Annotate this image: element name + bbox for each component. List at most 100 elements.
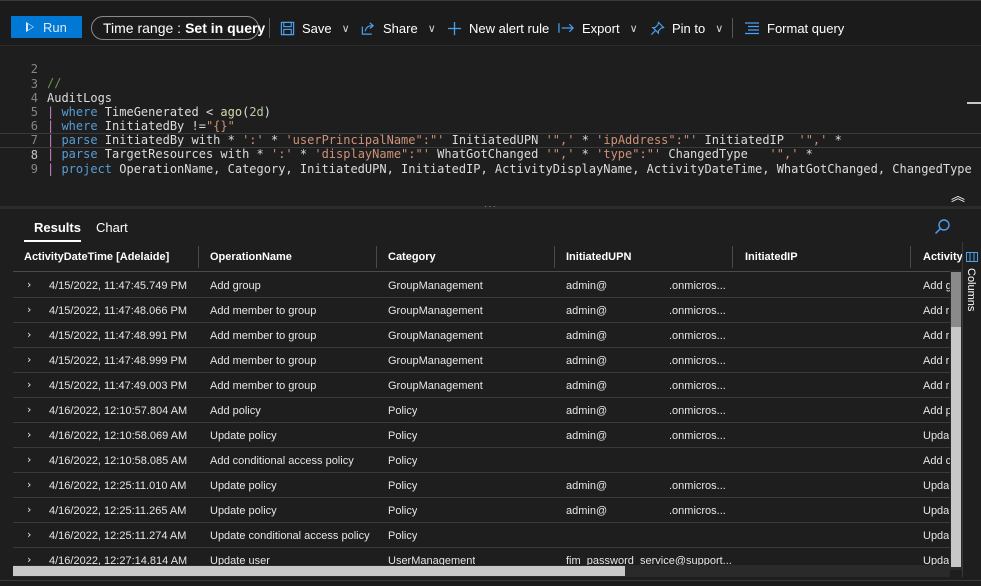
run-button[interactable]: Run <box>11 16 82 38</box>
export-arrow-icon <box>558 23 574 33</box>
table-row[interactable]: › 4/15/2022, 11:47:45.749 PM Add group G… <box>13 273 962 298</box>
time-range-button[interactable]: Time range : Set in query <box>91 16 265 40</box>
cell-operation: Add member to group <box>210 380 317 392</box>
time-range-prefix: Time range : <box>103 20 182 36</box>
column-divider[interactable] <box>910 246 911 268</box>
run-label: Run <box>43 19 67 35</box>
chevron-down-icon: ∨ <box>341 22 350 35</box>
columns-panel-toggle[interactable]: Columns <box>962 242 981 577</box>
share-button[interactable]: Share ∨ <box>360 16 436 40</box>
column-divider[interactable] <box>554 246 555 268</box>
pin-label: Pin to <box>672 20 706 36</box>
toolbar-divider <box>269 18 270 38</box>
cell-upn: admin@ <box>566 480 608 492</box>
results-grid: ActivityDateTime [Adelaide] OperationNam… <box>13 242 962 572</box>
double-chevron-up-icon[interactable]: ︽ <box>951 186 965 206</box>
cell-datetime: 4/15/2022, 11:47:49.003 PM <box>49 380 188 392</box>
new-alert-rule-button[interactable]: New alert rule <box>447 16 549 40</box>
export-label: Export <box>582 20 620 36</box>
chevron-right-icon[interactable]: › <box>27 503 31 516</box>
cell-category: GroupManagement <box>388 305 483 317</box>
cell-upn: admin@ <box>566 280 608 292</box>
chevron-right-icon[interactable]: › <box>27 428 31 441</box>
save-button[interactable]: Save ∨ <box>280 16 350 40</box>
chevron-right-icon[interactable]: › <box>27 528 31 541</box>
table-row[interactable]: › 4/16/2022, 12:10:58.085 AM Add conditi… <box>13 448 962 473</box>
table-row[interactable]: › 4/15/2022, 11:47:48.999 PM Add member … <box>13 348 962 373</box>
tab-results[interactable]: Results <box>34 220 81 235</box>
cell-category: Policy <box>388 530 418 542</box>
chevron-right-icon[interactable]: › <box>27 328 31 341</box>
cell-category: Policy <box>388 455 418 467</box>
cell-category: GroupManagement <box>388 280 483 292</box>
cell-upn-domain: .onmicros... <box>669 330 726 342</box>
format-lines-icon <box>745 22 759 35</box>
cell-category: GroupManagement <box>388 355 483 367</box>
cell-upn: admin@ <box>566 305 608 317</box>
column-divider[interactable] <box>198 246 199 268</box>
export-button[interactable]: Export ∨ <box>558 16 638 40</box>
column-header-initiatedip[interactable]: InitiatedIP <box>745 251 798 263</box>
horizontal-scroll-thumb[interactable] <box>13 566 625 576</box>
cell-category: GroupManagement <box>388 330 483 342</box>
chevron-right-icon[interactable]: › <box>27 378 31 391</box>
plus-icon <box>447 21 462 35</box>
vertical-scrollbar[interactable] <box>950 270 962 570</box>
cell-category: Policy <box>388 430 418 442</box>
cell-activity: Add r <box>923 380 950 392</box>
cell-operation: Add policy <box>210 405 261 417</box>
column-header-category[interactable]: Category <box>388 251 436 263</box>
table-row[interactable]: › 4/16/2022, 12:25:11.274 AM Update cond… <box>13 523 962 548</box>
column-header-activity[interactable]: ActivityI <box>923 251 962 263</box>
cell-upn-domain: .onmicros... <box>669 305 726 317</box>
cell-activity: Upda <box>923 480 950 492</box>
cell-datetime: 4/16/2022, 12:10:58.085 AM <box>49 455 188 467</box>
chevron-right-icon[interactable]: › <box>27 453 31 466</box>
column-header-initiatedupn[interactable]: InitiatedUPN <box>566 251 631 263</box>
cell-datetime: 4/15/2022, 11:47:48.066 PM <box>49 305 188 317</box>
editor-scroll-marker <box>967 102 981 104</box>
tab-chart[interactable]: Chart <box>96 220 128 235</box>
table-row[interactable]: › 4/15/2022, 11:47:48.991 PM Add member … <box>13 323 962 348</box>
table-row[interactable]: › 4/16/2022, 12:25:11.010 AM Update poli… <box>13 473 962 498</box>
cell-operation: Update policy <box>210 505 277 517</box>
pin-to-button[interactable]: Pin to ∨ <box>650 16 723 40</box>
search-icon[interactable] <box>934 218 951 235</box>
chevron-right-icon[interactable]: › <box>27 478 31 491</box>
share-icon <box>361 21 375 35</box>
column-header-activitydatetime[interactable]: ActivityDateTime [Adelaide] <box>24 251 169 263</box>
cell-operation: Add member to group <box>210 330 317 342</box>
chevron-down-icon: ∨ <box>629 22 638 35</box>
cell-category: Policy <box>388 480 418 492</box>
cell-datetime: 4/15/2022, 11:47:45.749 PM <box>49 280 188 292</box>
chevron-right-icon[interactable]: › <box>27 303 31 316</box>
table-row[interactable]: › 4/16/2022, 12:25:11.265 AM Update poli… <box>13 498 962 523</box>
table-row[interactable]: › 4/16/2022, 12:10:58.069 AM Update poli… <box>13 423 962 448</box>
bottom-edge <box>0 580 981 586</box>
query-toolbar: Run Time range : Set in query Save ∨ Sha… <box>0 0 981 46</box>
cell-upn-domain: .onmicros... <box>669 355 726 367</box>
column-divider[interactable] <box>732 246 733 268</box>
table-row[interactable]: › 4/16/2022, 12:10:57.804 AM Add policy … <box>13 398 962 423</box>
cell-upn-domain: .onmicros... <box>669 480 726 492</box>
cell-operation: Add group <box>210 280 261 292</box>
column-divider[interactable] <box>376 246 377 268</box>
results-tabs: Results Chart <box>0 210 981 242</box>
format-query-button[interactable]: Format query <box>744 16 844 40</box>
cell-datetime: 4/16/2022, 12:25:11.010 AM <box>49 480 187 492</box>
query-editor[interactable]: 2 // 3 AuditLogs 4 | where TimeGenerated… <box>0 46 981 206</box>
column-header-operationname[interactable]: OperationName <box>210 251 292 263</box>
table-row[interactable]: › 4/15/2022, 11:47:49.003 PM Add member … <box>13 373 962 398</box>
table-row[interactable]: › 4/15/2022, 11:47:48.066 PM Add member … <box>13 298 962 323</box>
cell-upn-domain: .onmicros... <box>669 430 726 442</box>
horizontal-scrollbar[interactable] <box>13 565 950 577</box>
cell-category: Policy <box>388 505 418 517</box>
cell-operation: Add member to group <box>210 305 317 317</box>
columns-icon <box>966 252 978 262</box>
cell-category: Policy <box>388 405 418 417</box>
cell-operation: Update policy <box>210 480 277 492</box>
chevron-right-icon[interactable]: › <box>27 278 31 291</box>
chevron-right-icon[interactable]: › <box>27 403 31 416</box>
cell-upn-domain: .onmicros... <box>669 405 726 417</box>
chevron-right-icon[interactable]: › <box>27 353 31 366</box>
